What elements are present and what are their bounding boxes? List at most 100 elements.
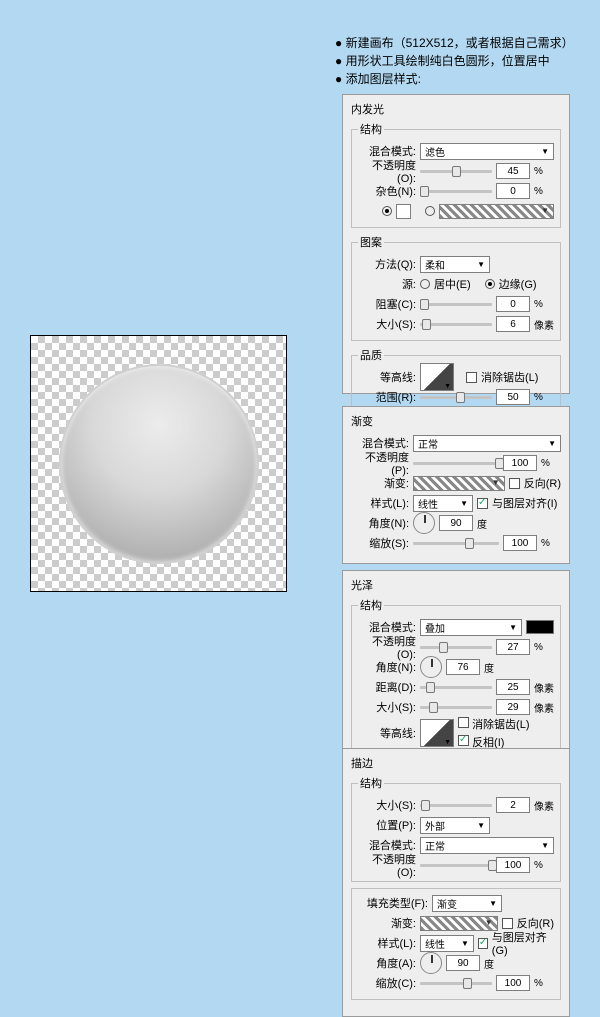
- position-select[interactable]: 外部: [420, 817, 490, 834]
- reverse-checkbox[interactable]: [502, 918, 513, 929]
- method-label: 方法(Q):: [358, 256, 416, 272]
- size-slider[interactable]: [420, 706, 492, 709]
- scale-slider[interactable]: [413, 542, 499, 545]
- opacity-label: 不透明度(O):: [358, 157, 416, 185]
- panel-title: 内发光: [351, 101, 561, 117]
- style-select[interactable]: 线性: [413, 495, 473, 512]
- source-edge-radio[interactable]: [485, 279, 495, 289]
- opacity-slider[interactable]: [420, 170, 492, 173]
- angle-input[interactable]: [446, 955, 480, 971]
- style-label: 样式(L):: [358, 935, 416, 951]
- opacity-label: 不透明度(O):: [358, 851, 416, 879]
- choke-label: 阻塞(C):: [358, 296, 416, 312]
- opacity-input[interactable]: [496, 639, 530, 655]
- opacity-slider[interactable]: [420, 646, 492, 649]
- angle-label: 角度(A):: [358, 955, 416, 971]
- fieldset-structure: 结构 混合模式: 叠加 不透明度(O): % 角度(N): 度 距离(D): 像…: [351, 597, 561, 756]
- panel-title: 渐变: [351, 413, 561, 429]
- legend-structure: 结构: [358, 121, 384, 137]
- panel-title: 光泽: [351, 577, 561, 593]
- panel-gradient: 渐变 混合模式: 正常 不透明度(P): % 渐变: 反向(R) 样式(L): …: [342, 406, 570, 564]
- panel-title: 描边: [351, 755, 561, 771]
- angle-label: 角度(N):: [351, 515, 409, 531]
- gradient-radio[interactable]: [425, 206, 435, 216]
- size-slider[interactable]: [420, 804, 492, 807]
- fill-type-select[interactable]: 渐变: [432, 895, 502, 912]
- range-label: 范围(R):: [358, 389, 416, 405]
- panel-inner-glow: 内发光 结构 混合模式: 滤色 不透明度(O): % 杂色(N): % 图案: [342, 94, 570, 394]
- align-checkbox[interactable]: [477, 498, 488, 509]
- opacity-input[interactable]: [496, 857, 530, 873]
- opacity-label: 不透明度(P):: [351, 449, 409, 477]
- blend-mode-select[interactable]: 正常: [420, 837, 554, 854]
- size-input[interactable]: [496, 699, 530, 715]
- size-slider[interactable]: [420, 323, 492, 326]
- distance-input[interactable]: [496, 679, 530, 695]
- choke-input[interactable]: [496, 296, 530, 312]
- scale-slider[interactable]: [420, 982, 492, 985]
- opacity-input[interactable]: [496, 163, 530, 179]
- contour-label: 等高线:: [358, 369, 416, 385]
- scale-label: 缩放(S):: [351, 535, 409, 551]
- antialias-checkbox[interactable]: [458, 717, 469, 728]
- noise-label: 杂色(N):: [358, 183, 416, 199]
- position-label: 位置(P):: [358, 817, 416, 833]
- choke-slider[interactable]: [420, 303, 492, 306]
- align-checkbox[interactable]: [478, 938, 488, 949]
- bullet-1: 新建画布（512X512，或者根据自己需求）: [335, 34, 574, 52]
- gradient-select[interactable]: [413, 476, 505, 491]
- fieldset-fill: 填充类型(F): 渐变 渐变: 反向(R) 样式(L): 线性 与图层对齐(G)…: [351, 888, 561, 1000]
- distance-slider[interactable]: [420, 686, 492, 689]
- scale-label: 缩放(C):: [358, 975, 416, 991]
- bullet-3: 添加图层样式:: [335, 70, 574, 88]
- scale-input[interactable]: [496, 975, 530, 991]
- blend-mode-select[interactable]: 滤色: [420, 143, 554, 160]
- angle-dial[interactable]: [420, 656, 442, 678]
- sphere-shape: [59, 364, 259, 564]
- panel-satin: 光泽 结构 混合模式: 叠加 不透明度(O): % 角度(N): 度 距离(D)…: [342, 570, 570, 773]
- glow-gradient-select[interactable]: [439, 204, 554, 219]
- instruction-list: 新建画布（512X512，或者根据自己需求） 用形状工具绘制纯白色圆形，位置居中…: [335, 34, 574, 88]
- opacity-label: 不透明度(O):: [358, 633, 416, 661]
- noise-slider[interactable]: [420, 190, 492, 193]
- fieldset-structure: 结构 大小(S): 像素 位置(P): 外部 混合模式: 正常 不透明度(O):…: [351, 775, 561, 882]
- contour-select[interactable]: [420, 719, 454, 747]
- opacity-input[interactable]: [503, 455, 537, 471]
- glow-color-swatch[interactable]: [396, 204, 411, 219]
- satin-color-swatch[interactable]: [526, 620, 554, 634]
- style-select[interactable]: 线性: [420, 935, 474, 952]
- opacity-slider[interactable]: [420, 864, 492, 867]
- size-input[interactable]: [496, 316, 530, 332]
- antialias-checkbox[interactable]: [466, 372, 477, 383]
- reverse-checkbox[interactable]: [509, 478, 520, 489]
- angle-dial[interactable]: [413, 512, 435, 534]
- blend-mode-select[interactable]: 正常: [413, 435, 561, 452]
- method-select[interactable]: 柔和: [420, 256, 490, 273]
- opacity-slider[interactable]: [413, 462, 499, 465]
- legend-structure: 结构: [358, 775, 384, 791]
- contour-select[interactable]: [420, 363, 454, 391]
- size-label: 大小(S):: [358, 797, 416, 813]
- blend-mode-select[interactable]: 叠加: [420, 619, 522, 636]
- range-slider[interactable]: [420, 396, 492, 399]
- source-center-radio[interactable]: [420, 279, 430, 289]
- contour-label: 等高线:: [358, 725, 416, 741]
- range-input[interactable]: [496, 389, 530, 405]
- angle-dial[interactable]: [420, 952, 442, 974]
- noise-input[interactable]: [496, 183, 530, 199]
- panel-stroke: 描边 结构 大小(S): 像素 位置(P): 外部 混合模式: 正常 不透明度(…: [342, 748, 570, 1017]
- angle-input[interactable]: [439, 515, 473, 531]
- size-input[interactable]: [496, 797, 530, 813]
- invert-checkbox[interactable]: [458, 735, 469, 746]
- gradient-select[interactable]: [420, 916, 498, 931]
- style-label: 样式(L):: [351, 495, 409, 511]
- color-radio[interactable]: [382, 206, 392, 216]
- gradient-label: 渐变:: [358, 915, 416, 931]
- scale-input[interactable]: [503, 535, 537, 551]
- angle-input[interactable]: [446, 659, 480, 675]
- fieldset-elements: 图案 方法(Q): 柔和 源: 居中(E) 边缘(G) 阻塞(C): % 大小(…: [351, 234, 561, 341]
- fieldset-structure: 结构 混合模式: 滤色 不透明度(O): % 杂色(N): %: [351, 121, 561, 228]
- distance-label: 距离(D):: [358, 679, 416, 695]
- legend-elements: 图案: [358, 234, 384, 250]
- angle-label: 角度(N):: [358, 659, 416, 675]
